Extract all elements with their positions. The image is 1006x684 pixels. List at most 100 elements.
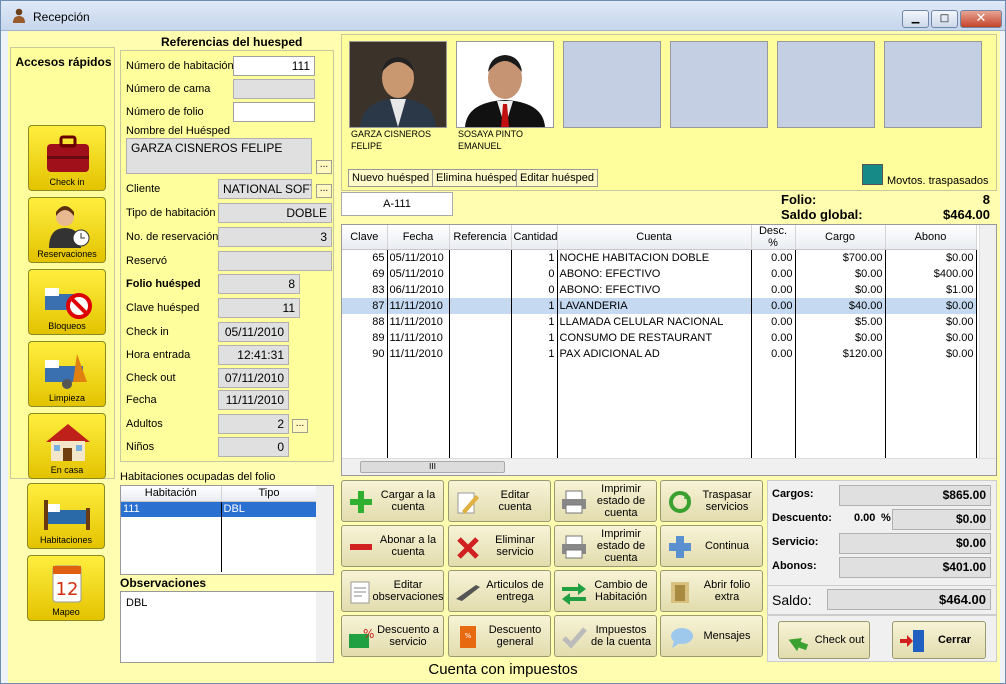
minimize-button[interactable]: ▁ bbox=[902, 10, 929, 28]
continua-button[interactable]: Continua bbox=[660, 525, 763, 567]
impuestos-de-la-cuenta-button[interactable]: Impuestos de la cuenta bbox=[554, 615, 657, 657]
bed-number-field[interactable] bbox=[233, 79, 315, 99]
guest-photo-2[interactable] bbox=[456, 41, 554, 128]
refs-title: Referencias del huesped bbox=[161, 35, 303, 49]
cell-referencia bbox=[449, 329, 512, 346]
date-label: Fecha bbox=[126, 394, 157, 406]
quick-bloqueos-label: Bloqueos bbox=[48, 321, 86, 331]
check-in-field[interactable]: 05/11/2010 bbox=[218, 322, 289, 342]
guest-1-line1: GARZA CISNEROS bbox=[351, 129, 432, 139]
abrir-folio-extra-button[interactable]: Abrir folio extra bbox=[660, 570, 763, 612]
app-person-icon bbox=[13, 8, 25, 23]
guest-name-field[interactable]: GARZA CISNEROS FELIPE bbox=[126, 138, 312, 174]
quick-reservaciones-button[interactable]: Reservaciones bbox=[28, 197, 106, 263]
guest-name-lookup-button[interactable]: ... bbox=[316, 160, 332, 174]
status-text: Cuenta con impuestos bbox=[428, 661, 578, 678]
client-lookup-button[interactable]: ... bbox=[316, 184, 332, 198]
editar-observaciones-button[interactable]: Editar observaciones bbox=[341, 570, 444, 612]
grid-vertical-scrollbar[interactable] bbox=[979, 225, 996, 458]
observations-text: DBL bbox=[126, 597, 148, 609]
quick-access-title: Accesos rápidos bbox=[15, 55, 112, 69]
cargar-a-la-cuenta-button[interactable]: Cargar a la cuenta bbox=[341, 480, 444, 522]
delete-guest-button[interactable]: Elimina huésped bbox=[432, 169, 522, 187]
abonar-a-la-cuenta-button[interactable]: Abonar a la cuenta bbox=[341, 525, 444, 567]
table-row[interactable]: 111 DBL bbox=[121, 501, 318, 517]
room-type-field[interactable]: DOBLE bbox=[218, 203, 332, 223]
descuento-general-button[interactable]: % Descuento general bbox=[448, 615, 551, 657]
folio-number-field[interactable] bbox=[233, 102, 315, 122]
imprimir-estado-de-cuenta-button[interactable]: Imprimir estado de cuenta bbox=[554, 480, 657, 522]
children-field[interactable]: 0 bbox=[218, 437, 289, 457]
editar-cuenta-button[interactable]: Editar cuenta bbox=[448, 480, 551, 522]
col-cargo[interactable]: Cargo bbox=[795, 225, 886, 250]
impuestos-de-la-cuenta-label: Impuestos de la cuenta bbox=[591, 624, 651, 648]
imprimir-estado-de-cuenta-button[interactable]: Imprimir estado de cuenta bbox=[554, 525, 657, 567]
guest-photo-slot-3[interactable] bbox=[563, 41, 661, 128]
room-number-field[interactable]: 111 bbox=[233, 56, 315, 76]
quick-habitaciones-button[interactable]: Habitaciones bbox=[27, 483, 105, 549]
entry-time-field[interactable]: 12:41:31 bbox=[218, 345, 289, 365]
swap-arrows-icon bbox=[562, 583, 586, 605]
quick-limpieza-button[interactable]: Limpieza bbox=[28, 341, 106, 407]
table-row[interactable]: 65 05/11/2010 1 NOCHE HABITACION DOBLE 0.00 $… bbox=[342, 249, 977, 266]
guest-photo-slot-5[interactable] bbox=[777, 41, 875, 128]
rooms-scrollbar[interactable] bbox=[316, 486, 333, 574]
col-fecha[interactable]: Fecha bbox=[387, 225, 450, 250]
observations-scrollbar[interactable] bbox=[316, 592, 333, 662]
col-descuento[interactable]: Desc. % bbox=[751, 225, 796, 250]
table-row[interactable]: 89 11/11/2010 1 CONSUMO DE RESTAURANT 0.00 $0… bbox=[342, 329, 977, 346]
folio-tab[interactable]: A-111 bbox=[341, 192, 453, 216]
eliminar-servicio-button[interactable]: Eliminar servicio bbox=[448, 525, 551, 567]
guest-photo-slot-6[interactable] bbox=[884, 41, 982, 128]
grid-horizontal-scrollbar[interactable]: III bbox=[342, 458, 996, 475]
col-cantidad[interactable]: Cantidad bbox=[511, 225, 558, 250]
maximize-button[interactable]: □ bbox=[931, 10, 958, 28]
svg-text:%: % bbox=[363, 627, 374, 641]
check-out-icon bbox=[788, 638, 809, 652]
cell-abono: $400.00 bbox=[885, 265, 977, 282]
guest-key-field[interactable]: 11 bbox=[218, 298, 300, 318]
new-guest-button[interactable]: Nuevo huésped bbox=[348, 169, 434, 187]
suitcase-icon bbox=[47, 135, 89, 172]
traspasar-servicios-button[interactable]: Traspasar servicios bbox=[660, 480, 763, 522]
guest-folio-field[interactable]: 8 bbox=[218, 274, 300, 294]
edit-guest-button[interactable]: Editar huésped bbox=[516, 169, 598, 187]
mensajes-label: Mensajes bbox=[703, 630, 751, 642]
scrollbar-thumb[interactable]: III bbox=[360, 461, 505, 473]
close-button[interactable]: Cerrar bbox=[892, 621, 986, 659]
cambio-de-habitacion-button[interactable]: Cambio de Habitación bbox=[554, 570, 657, 612]
quick-bloqueos-button[interactable]: Bloqueos bbox=[28, 269, 106, 335]
table-row[interactable]: 88 11/11/2010 1 LLAMADA CELULAR NACIONAL 0.0… bbox=[342, 313, 977, 330]
quick-mapeo-button[interactable]: 12 Mapeo bbox=[27, 555, 105, 621]
col-cuenta[interactable]: Cuenta bbox=[557, 225, 752, 250]
cell-cantidad: 0 bbox=[511, 281, 558, 298]
quick-checkin-button[interactable]: Check in bbox=[28, 125, 106, 191]
table-row[interactable]: 69 05/11/2010 0 ABONO: EFECTIVO 0.00 $0.00 $40… bbox=[342, 265, 977, 282]
cell-clave: 89 bbox=[342, 329, 388, 346]
guest-photo-1[interactable] bbox=[349, 41, 447, 128]
guest-photo-slot-4[interactable] bbox=[670, 41, 768, 128]
observations-textarea[interactable]: DBL bbox=[120, 591, 334, 663]
messages-icon bbox=[671, 628, 693, 648]
reserved-by-field[interactable] bbox=[218, 251, 332, 271]
close-window-button[interactable]: ✕ bbox=[960, 10, 1002, 28]
table-row[interactable]: 90 11/11/2010 1 PAX ADICIONAL AD 0.00 $120.00… bbox=[342, 345, 977, 362]
rooms-col-room[interactable]: Habitación bbox=[121, 486, 222, 502]
reservation-number-field[interactable]: 3 bbox=[218, 227, 332, 247]
table-row[interactable]: 83 06/11/2010 0 ABONO: EFECTIVO 0.00 $0.00 $1.… bbox=[342, 281, 977, 298]
adults-lookup-button[interactable]: ... bbox=[292, 419, 308, 433]
articulos-de-entrega-button[interactable]: Articulos de entrega bbox=[448, 570, 551, 612]
descuento-a-servicio-button[interactable]: % Descuento a servicio bbox=[341, 615, 444, 657]
mensajes-button[interactable]: Mensajes bbox=[660, 615, 763, 657]
quick-encasa-button[interactable]: En casa bbox=[28, 413, 106, 479]
col-abono[interactable]: Abono bbox=[885, 225, 977, 250]
client-field[interactable]: NATIONAL SOFT bbox=[218, 179, 312, 199]
col-clave[interactable]: Clave bbox=[342, 225, 388, 250]
check-out-field[interactable]: 07/11/2010 bbox=[218, 368, 289, 388]
adults-field[interactable]: 2 bbox=[218, 414, 289, 434]
date-field[interactable]: 11/11/2010 bbox=[218, 390, 289, 410]
rooms-col-type[interactable]: Tipo bbox=[221, 486, 318, 502]
col-referencia[interactable]: Referencia bbox=[449, 225, 512, 250]
table-row[interactable]: 87 11/11/2010 1 LAVANDERIA 0.00 $40.00 $0.00 bbox=[342, 297, 977, 314]
check-out-button[interactable]: Check out bbox=[778, 621, 870, 659]
